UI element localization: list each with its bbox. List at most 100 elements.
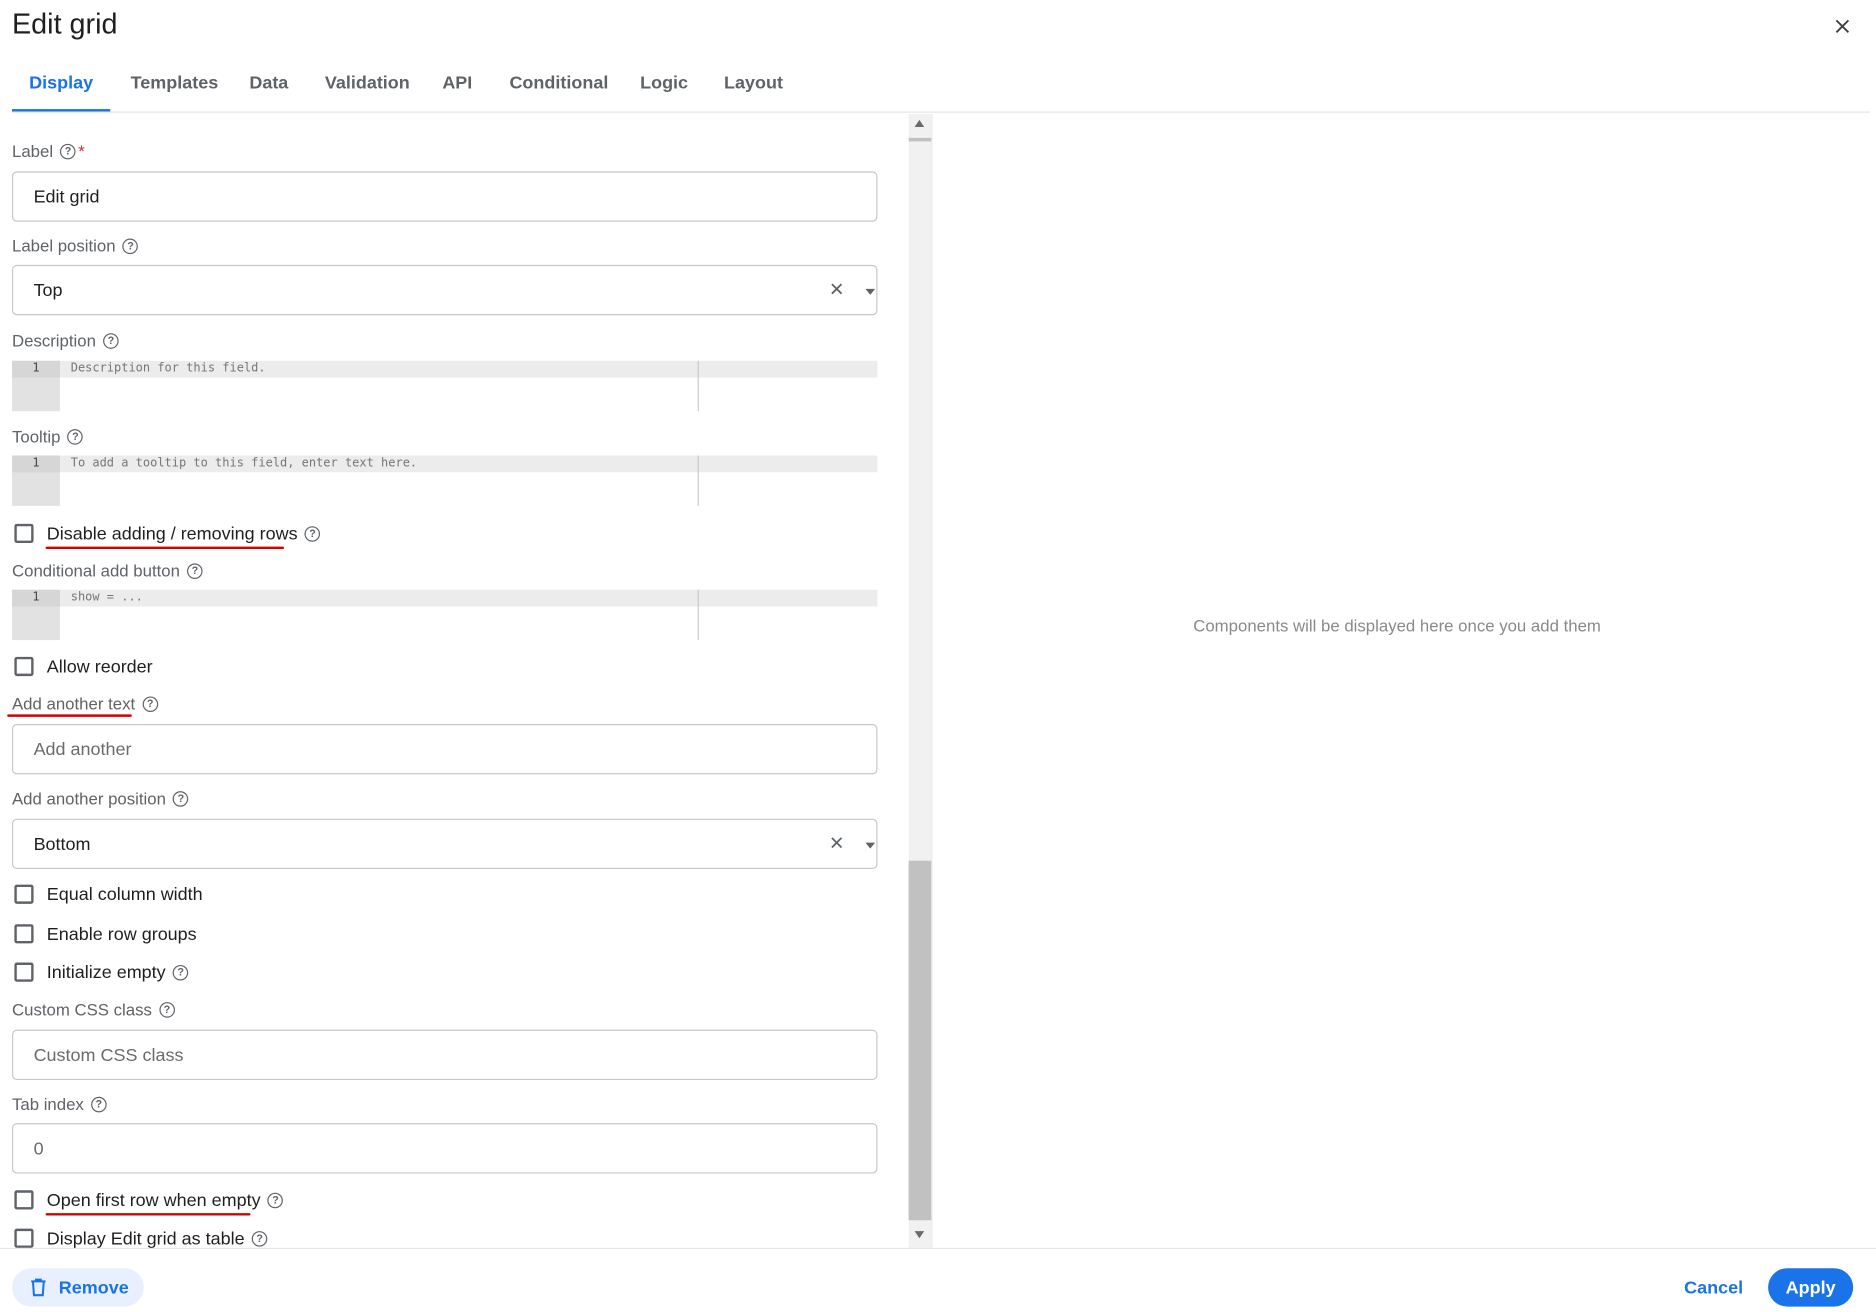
custom-css-class-label: Custom CSS class ?: [12, 999, 175, 1021]
initialize-empty-checkbox[interactable]: [14, 962, 34, 982]
editor-print-margin: [697, 455, 699, 506]
help-icon[interactable]: ?: [173, 790, 189, 807]
tab-index-input[interactable]: [11, 1123, 878, 1174]
line-number: 1: [11, 360, 60, 378]
conditional-add-button-editor[interactable]: 1 show = ...: [11, 589, 878, 641]
open-first-row-when-empty-label[interactable]: Open first row when empty: [47, 1190, 261, 1210]
tab-validation[interactable]: Validation: [325, 62, 410, 111]
label-position-value: Top: [33, 279, 63, 301]
clear-icon[interactable]: [828, 280, 845, 297]
add-another-position-label: Add another position ?: [12, 788, 189, 810]
disable-adding-removing-rows-label[interactable]: Disable adding / removing rows: [47, 523, 298, 543]
scroll-down-arrow[interactable]: [914, 1231, 925, 1239]
annotation-underline: [45, 1213, 251, 1216]
chevron-down-icon[interactable]: [865, 288, 876, 295]
equal-column-width-checkbox[interactable]: [14, 884, 34, 904]
conditional-add-button-label: Conditional add button ?: [12, 560, 203, 582]
close-icon[interactable]: [1829, 13, 1855, 39]
tab-bar: Display Templates Data Validation API Co…: [11, 62, 1870, 113]
annotation-underline: [7, 714, 132, 717]
scrollbar-thumb[interactable]: [908, 860, 932, 1221]
help-icon[interactable]: ?: [142, 695, 158, 712]
scrollbar-marker: [908, 137, 932, 142]
dialog-title: Edit grid: [11, 8, 118, 41]
remove-button[interactable]: Remove: [11, 1268, 144, 1307]
dialog-footer: Remove Cancel Apply: [0, 1247, 1876, 1312]
add-another-text-label: Add another text ?: [12, 693, 158, 715]
help-icon[interactable]: ?: [172, 964, 189, 980]
allow-reorder-label[interactable]: Allow reorder: [47, 656, 153, 676]
help-icon[interactable]: ?: [103, 332, 119, 349]
line-number: 1: [11, 455, 60, 473]
description-label-text: Description: [11, 330, 96, 351]
tab-data[interactable]: Data: [249, 62, 288, 111]
help-icon[interactable]: ?: [251, 1230, 268, 1247]
tab-index-label-text: Tab index: [11, 1094, 84, 1114]
add-another-text-label-text: Add another text: [11, 694, 136, 714]
help-icon[interactable]: ?: [187, 562, 203, 579]
tooltip-label-text: Tooltip: [11, 426, 61, 446]
help-icon[interactable]: ?: [159, 1001, 175, 1018]
help-icon[interactable]: ?: [67, 428, 84, 445]
help-icon[interactable]: ?: [267, 1192, 284, 1208]
preview-empty-message: Components will be displayed here once y…: [1193, 616, 1601, 636]
help-icon[interactable]: ?: [122, 237, 139, 254]
edit-grid-dialog: Edit grid Display Templates Data Validat…: [0, 0, 1876, 1312]
equal-column-width-label[interactable]: Equal column width: [47, 884, 203, 904]
initialize-empty-row: Initialize empty ?: [14, 960, 189, 984]
remove-button-label: Remove: [58, 1277, 129, 1298]
scroll-up-arrow[interactable]: [914, 119, 925, 128]
add-another-position-value: Bottom: [33, 833, 91, 855]
editor-placeholder: Description for this field.: [70, 362, 266, 376]
tab-index-label: Tab index ?: [12, 1093, 107, 1115]
label-field-label-text: Label: [11, 141, 54, 161]
tab-layout[interactable]: Layout: [724, 62, 783, 111]
line-number: 1: [11, 589, 60, 607]
editor-placeholder: show = ...: [70, 590, 143, 605]
enable-row-groups-label[interactable]: Enable row groups: [47, 924, 197, 944]
open-first-row-when-empty-checkbox[interactable]: [14, 1190, 34, 1210]
add-another-position-select[interactable]: Bottom: [11, 818, 878, 870]
label-input[interactable]: [11, 171, 878, 222]
add-another-text-input[interactable]: [11, 724, 878, 775]
label-position-label: Label position ?: [11, 235, 139, 257]
required-asterisk: *: [78, 141, 85, 161]
form-scrollbar[interactable]: [908, 113, 932, 1248]
clear-icon[interactable]: [828, 834, 845, 851]
description-editor[interactable]: 1 Description for this field.: [11, 360, 878, 412]
editor-active-line: [59, 589, 878, 607]
editor-placeholder: To add a tooltip to this field, enter te…: [70, 456, 418, 470]
disable-adding-removing-rows-row: Disable adding / removing rows ?: [14, 521, 321, 545]
label-position-label-text: Label position: [11, 236, 116, 256]
display-as-table-checkbox[interactable]: [14, 1228, 34, 1248]
tooltip-label: Tooltip ?: [11, 426, 84, 448]
display-as-table-label[interactable]: Display Edit grid as table: [47, 1228, 245, 1248]
enable-row-groups-checkbox[interactable]: [14, 924, 34, 944]
equal-column-width-row: Equal column width: [14, 882, 203, 906]
tab-templates[interactable]: Templates: [131, 62, 219, 111]
tab-logic[interactable]: Logic: [640, 62, 688, 111]
tab-api[interactable]: API: [442, 62, 472, 111]
cancel-button[interactable]: Cancel: [1684, 1278, 1743, 1298]
apply-button[interactable]: Apply: [1768, 1268, 1854, 1307]
open-first-row-when-empty-row: Open first row when empty ?: [14, 1188, 284, 1212]
custom-css-class-input[interactable]: [11, 1029, 878, 1081]
description-label: Description ?: [12, 330, 119, 352]
disable-adding-removing-rows-checkbox[interactable]: [14, 523, 34, 544]
chevron-down-icon[interactable]: [865, 842, 876, 849]
pane-divider: [931, 113, 933, 1248]
trash-icon: [31, 1278, 46, 1297]
display-as-table-row: Display Edit grid as table ?: [14, 1226, 268, 1250]
help-icon[interactable]: ?: [304, 525, 321, 542]
enable-row-groups-row: Enable row groups: [14, 922, 197, 946]
help-icon[interactable]: ?: [60, 143, 76, 159]
label-field-label: Label ? *: [12, 140, 85, 162]
allow-reorder-row: Allow reorder: [14, 654, 153, 678]
tab-conditional[interactable]: Conditional: [509, 62, 608, 111]
allow-reorder-checkbox[interactable]: [14, 656, 34, 677]
label-position-select[interactable]: Top: [11, 264, 878, 316]
tab-display[interactable]: Display: [11, 62, 111, 112]
initialize-empty-label[interactable]: Initialize empty: [47, 962, 166, 982]
tooltip-editor[interactable]: 1 To add a tooltip to this field, enter …: [11, 455, 878, 506]
help-icon[interactable]: ?: [91, 1096, 107, 1112]
